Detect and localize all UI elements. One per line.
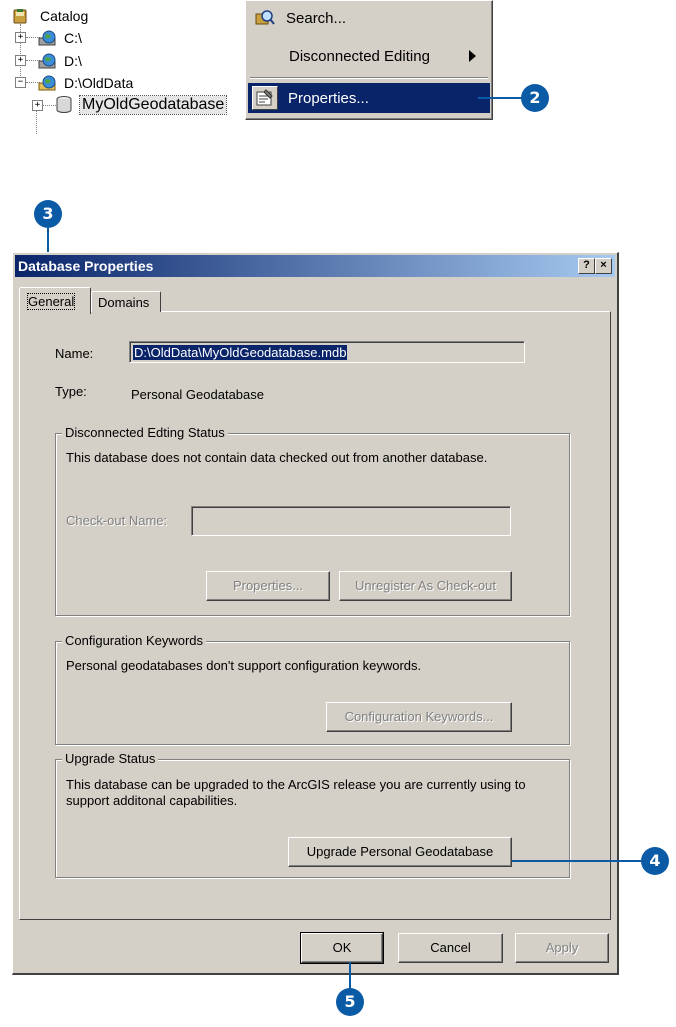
configuration-keywords-button[interactable]: Configuration Keywords... (326, 702, 512, 732)
tree-item-myoldgeodatabase[interactable]: MyOldGeodatabase (54, 95, 228, 115)
tree-item-label: D:\OldData (64, 75, 134, 91)
disconnected-editing-group: Disconnected Edting Status This database… (55, 425, 570, 616)
apply-button[interactable]: Apply (515, 933, 609, 963)
tree-item-olddata[interactable]: D:\OldData (38, 73, 135, 93)
group-legend: Configuration Keywords (62, 633, 207, 648)
context-menu: Search... Disconnected Editing Propertie… (245, 0, 493, 120)
drive-globe-icon (38, 30, 56, 46)
menu-item-label: Disconnected Editing (289, 47, 430, 65)
checkout-name-field[interactable] (191, 506, 511, 536)
collapse-icon[interactable]: − (15, 77, 26, 88)
group-legend: Disconnected Edting Status (62, 425, 228, 440)
config-description: Personal geodatabases don't support conf… (66, 658, 422, 673)
tab-label: Domains (98, 295, 150, 310)
callout-2: 2 (521, 84, 549, 112)
upgrade-status-group: Upgrade Status This database can be upgr… (55, 751, 570, 878)
ok-button[interactable]: OK (300, 932, 384, 964)
menu-item-disconnected-editing[interactable]: Disconnected Editing (248, 43, 490, 69)
callout-3: 3 (34, 200, 62, 228)
unregister-checkout-button[interactable]: Unregister As Check-out (339, 571, 512, 601)
search-icon (255, 10, 275, 25)
name-value: D:\OldData\MyOldGeodatabase.mdb (133, 345, 348, 360)
tree-item-d-drive[interactable]: D:\ (38, 51, 84, 71)
properties-icon (252, 86, 278, 110)
tree-item-catalog[interactable]: Catalog (12, 6, 90, 26)
menu-item-label: Search... (286, 9, 347, 27)
tree-item-label: C:\ (64, 30, 82, 46)
tree-item-label: Catalog (40, 8, 89, 24)
upgrade-description: This database can be upgraded to the Arc… (66, 777, 526, 808)
cancel-button[interactable]: Cancel (398, 933, 503, 963)
tab-general[interactable]: General (19, 287, 91, 314)
callout-leader-line (478, 97, 522, 99)
name-label: Name: (55, 346, 94, 361)
callout-5: 5 (336, 988, 364, 1016)
close-button[interactable]: × (595, 258, 612, 274)
tree-item-label: D:\ (64, 53, 82, 69)
menu-item-search[interactable]: Search... (248, 5, 490, 31)
tab-label: General (26, 293, 76, 310)
expand-icon[interactable]: + (32, 100, 43, 111)
folder-globe-icon (38, 75, 56, 91)
menu-separator (250, 77, 488, 79)
database-icon (56, 96, 72, 113)
checkout-name-label: Check-out Name: (66, 513, 168, 528)
type-value: Personal Geodatabase (131, 387, 264, 402)
drive-globe-icon (38, 53, 56, 69)
menu-item-label: Properties... (288, 89, 369, 107)
dialog-title: Database Properties (18, 258, 154, 274)
database-properties-dialog: Database Properties ? × General Domains … (12, 252, 619, 975)
menu-item-properties[interactable]: Properties... (248, 83, 490, 113)
tree-item-label: MyOldGeodatabase (78, 95, 228, 115)
disconnected-description: This database does not contain data chec… (66, 450, 488, 465)
callout-leader-line (512, 860, 642, 862)
configuration-keywords-group: Configuration Keywords Personal geodatab… (55, 633, 570, 745)
submenu-arrow-icon (469, 50, 476, 62)
name-field[interactable]: D:\OldData\MyOldGeodatabase.mdb (129, 341, 525, 363)
help-button[interactable]: ? (578, 258, 595, 274)
checkout-properties-button[interactable]: Properties... (206, 571, 330, 601)
dialog-titlebar[interactable]: Database Properties ? × (15, 255, 615, 277)
expand-icon[interactable]: + (15, 55, 26, 66)
tree-item-c-drive[interactable]: C:\ (38, 28, 84, 48)
tab-domains[interactable]: Domains (91, 291, 161, 312)
callout-4: 4 (641, 847, 669, 875)
type-label: Type: (55, 384, 87, 399)
catalog-icon (13, 9, 27, 24)
upgrade-personal-geodatabase-button[interactable]: Upgrade Personal Geodatabase (288, 837, 512, 867)
group-legend: Upgrade Status (62, 751, 159, 766)
expand-icon[interactable]: + (15, 32, 26, 43)
